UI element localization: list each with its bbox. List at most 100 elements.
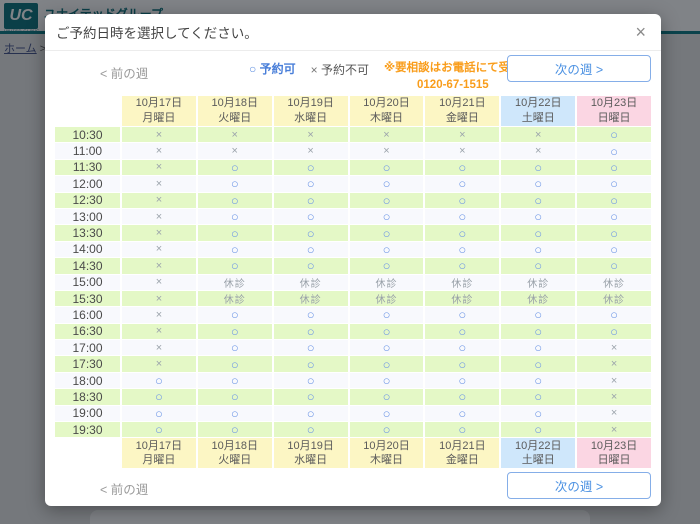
slot-available[interactable]: ○ bbox=[501, 225, 576, 241]
day-date: 10月23日 bbox=[590, 439, 638, 452]
slot-available[interactable]: ○ bbox=[349, 192, 424, 208]
slot-available[interactable]: ○ bbox=[197, 208, 272, 225]
slot-available[interactable]: ○ bbox=[273, 176, 348, 192]
time-label: 12:00 bbox=[55, 176, 120, 192]
slot-available[interactable]: ○ bbox=[501, 389, 576, 405]
slot-available[interactable]: ○ bbox=[425, 405, 500, 422]
slot-available[interactable]: ○ bbox=[273, 225, 348, 241]
day-header-bottom-6: 10月23日 日曜日 bbox=[577, 438, 651, 469]
slot-available[interactable]: ○ bbox=[122, 405, 196, 422]
slot-available[interactable]: ○ bbox=[273, 241, 348, 258]
slot-available[interactable]: ○ bbox=[197, 225, 272, 241]
slot-available[interactable]: ○ bbox=[349, 159, 424, 176]
slot-available[interactable]: ○ bbox=[577, 192, 651, 208]
slot-available[interactable]: ○ bbox=[501, 192, 576, 208]
slot-available[interactable]: ○ bbox=[349, 356, 424, 372]
slot-available[interactable]: ○ bbox=[197, 356, 272, 372]
slot-available[interactable]: ○ bbox=[425, 340, 500, 356]
slot-available[interactable]: ○ bbox=[501, 405, 576, 422]
slot-available[interactable]: ○ bbox=[577, 176, 651, 192]
slot-available[interactable]: ○ bbox=[501, 258, 576, 274]
slot-available[interactable]: ○ bbox=[122, 422, 196, 438]
slot-available[interactable]: ○ bbox=[577, 159, 651, 176]
slot-available[interactable]: ○ bbox=[197, 405, 272, 422]
slot-available[interactable]: ○ bbox=[349, 389, 424, 405]
slot-available[interactable]: ○ bbox=[501, 422, 576, 438]
slot-available[interactable]: ○ bbox=[197, 192, 272, 208]
slot-available[interactable]: ○ bbox=[273, 323, 348, 340]
slot-available[interactable]: ○ bbox=[425, 323, 500, 340]
slot-available[interactable]: ○ bbox=[122, 389, 196, 405]
prev-week-link[interactable]: < 前の週 bbox=[100, 63, 148, 82]
slot-available[interactable]: ○ bbox=[197, 323, 272, 340]
slot-available[interactable]: ○ bbox=[197, 159, 272, 176]
slot-available[interactable]: ○ bbox=[425, 258, 500, 274]
slot-available[interactable]: ○ bbox=[273, 405, 348, 422]
slot-available[interactable]: ○ bbox=[349, 208, 424, 225]
slot-available[interactable]: ○ bbox=[501, 307, 576, 323]
slot-available[interactable]: ○ bbox=[577, 258, 651, 274]
slot-available[interactable]: ○ bbox=[425, 389, 500, 405]
slot-available[interactable]: ○ bbox=[273, 258, 348, 274]
slot-available[interactable]: ○ bbox=[577, 127, 651, 143]
slot-available[interactable]: ○ bbox=[425, 356, 500, 372]
slot-available[interactable]: ○ bbox=[197, 372, 272, 389]
slot-available[interactable]: ○ bbox=[349, 323, 424, 340]
slot-available[interactable]: ○ bbox=[501, 241, 576, 258]
slot-available[interactable]: ○ bbox=[425, 372, 500, 389]
slot-available[interactable]: ○ bbox=[425, 422, 500, 438]
day-date: 10月22日 bbox=[514, 439, 562, 452]
slot-available[interactable]: ○ bbox=[349, 372, 424, 389]
slot-available[interactable]: ○ bbox=[273, 208, 348, 225]
slot-available[interactable]: ○ bbox=[349, 422, 424, 438]
prev-week-link-bottom[interactable]: < 前の週 bbox=[100, 479, 148, 498]
slot-available[interactable]: ○ bbox=[273, 372, 348, 389]
slot-available[interactable]: ○ bbox=[501, 176, 576, 192]
slot-available[interactable]: ○ bbox=[197, 241, 272, 258]
slot-available[interactable]: ○ bbox=[577, 225, 651, 241]
slot-available[interactable]: ○ bbox=[197, 307, 272, 323]
slot-available[interactable]: ○ bbox=[197, 340, 272, 356]
slot-available[interactable]: ○ bbox=[425, 307, 500, 323]
close-icon[interactable]: × bbox=[635, 22, 646, 42]
slot-available[interactable]: ○ bbox=[273, 389, 348, 405]
slot-available[interactable]: ○ bbox=[577, 143, 651, 159]
slot-available[interactable]: ○ bbox=[349, 340, 424, 356]
slot-available[interactable]: ○ bbox=[197, 176, 272, 192]
slot-available[interactable]: ○ bbox=[273, 192, 348, 208]
slot-available[interactable]: ○ bbox=[425, 225, 500, 241]
slot-available[interactable]: ○ bbox=[425, 241, 500, 258]
slot-available[interactable]: ○ bbox=[273, 340, 348, 356]
slot-available[interactable]: ○ bbox=[501, 372, 576, 389]
slot-available[interactable]: ○ bbox=[273, 307, 348, 323]
slot-available[interactable]: ○ bbox=[501, 340, 576, 356]
slot-available[interactable]: ○ bbox=[501, 356, 576, 372]
slot-available[interactable]: ○ bbox=[349, 225, 424, 241]
slot-available[interactable]: ○ bbox=[501, 323, 576, 340]
slot-available[interactable]: ○ bbox=[349, 176, 424, 192]
slot-available[interactable]: ○ bbox=[349, 307, 424, 323]
slot-available[interactable]: ○ bbox=[273, 159, 348, 176]
slot-closed: 休診 bbox=[425, 290, 500, 307]
slot-available[interactable]: ○ bbox=[425, 208, 500, 225]
slot-available[interactable]: ○ bbox=[577, 241, 651, 258]
slot-available[interactable]: ○ bbox=[197, 389, 272, 405]
slot-available[interactable]: ○ bbox=[425, 176, 500, 192]
slot-available[interactable]: ○ bbox=[349, 405, 424, 422]
slot-available[interactable]: ○ bbox=[425, 192, 500, 208]
slot-available[interactable]: ○ bbox=[349, 241, 424, 258]
slot-available[interactable]: ○ bbox=[197, 422, 272, 438]
slot-available[interactable]: ○ bbox=[501, 208, 576, 225]
slot-available[interactable]: ○ bbox=[577, 323, 651, 340]
slot-available[interactable]: ○ bbox=[501, 159, 576, 176]
slot-available[interactable]: ○ bbox=[122, 372, 196, 389]
slot-available[interactable]: ○ bbox=[577, 307, 651, 323]
slot-available[interactable]: ○ bbox=[577, 208, 651, 225]
slot-available[interactable]: ○ bbox=[197, 258, 272, 274]
next-week-button-bottom[interactable]: 次の週 > bbox=[507, 472, 651, 500]
slot-available[interactable]: ○ bbox=[273, 422, 348, 438]
next-week-button[interactable]: 次の週 > bbox=[507, 55, 651, 82]
slot-available[interactable]: ○ bbox=[425, 159, 500, 176]
slot-available[interactable]: ○ bbox=[273, 356, 348, 372]
slot-available[interactable]: ○ bbox=[349, 258, 424, 274]
